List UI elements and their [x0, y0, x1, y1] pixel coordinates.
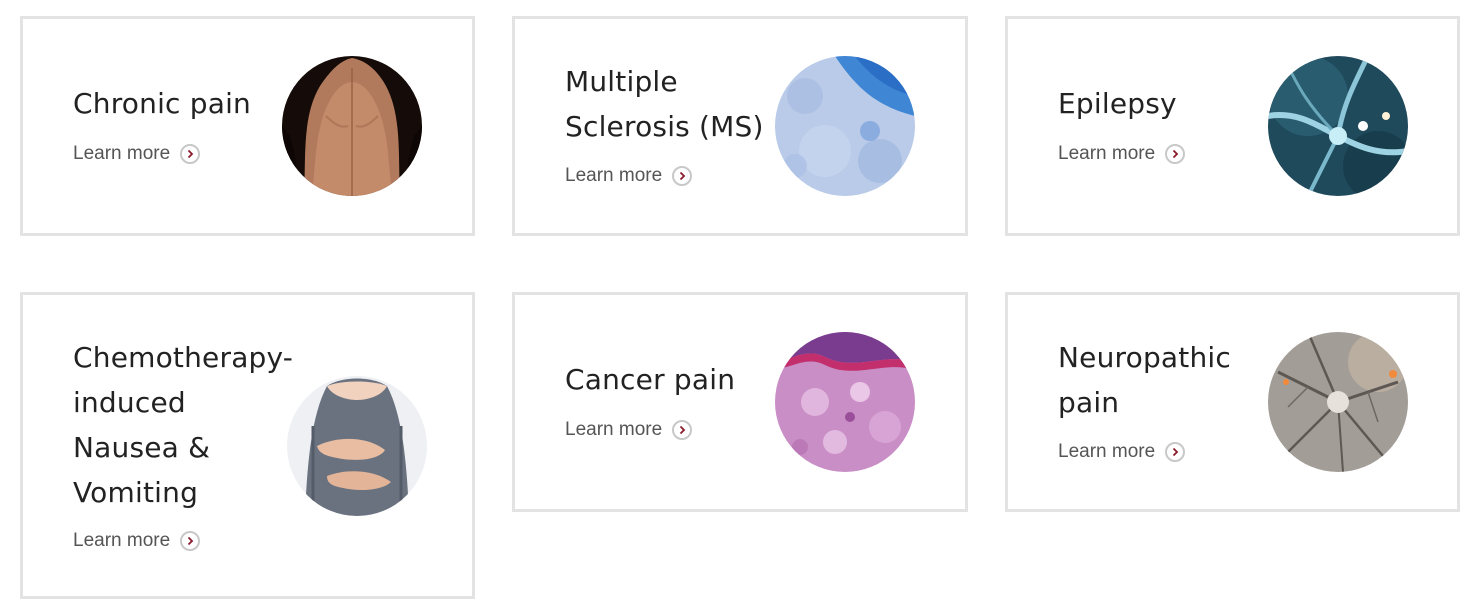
- learn-more-label: Learn more: [565, 419, 663, 440]
- card-title-line: Multiple: [565, 65, 678, 98]
- learn-more-link[interactable]: Learn more: [565, 165, 693, 187]
- condition-card-cancer-pain[interactable]: Cancer pain Learn more: [512, 292, 968, 512]
- card-title: Epilepsy: [1058, 81, 1177, 126]
- card-title: Chronic pain: [73, 81, 251, 126]
- pink-histology-micrograph: [775, 332, 915, 472]
- learn-more-link[interactable]: Learn more: [73, 143, 201, 165]
- chevron-right-icon: [1165, 144, 1186, 164]
- learn-more-link[interactable]: Learn more: [565, 419, 693, 441]
- card-title: Neuropathic pain: [1058, 335, 1231, 425]
- bare-back-photo: [282, 56, 422, 196]
- blue-tissue-micrograph: [775, 56, 915, 196]
- condition-card-epilepsy[interactable]: Epilepsy Learn more: [1005, 16, 1460, 236]
- learn-more-label: Learn more: [73, 530, 171, 551]
- chevron-right-icon: [672, 420, 693, 440]
- stomach-ache-photo: [287, 376, 427, 516]
- nerve-cell-render: [1268, 332, 1408, 472]
- condition-card-multiple-sclerosis[interactable]: Multiple Sclerosis (MS) Learn more: [512, 16, 968, 236]
- card-title-line: Chronic pain: [73, 87, 252, 120]
- card-title-line: Sclerosis (MS): [565, 110, 764, 143]
- learn-more-link[interactable]: Learn more: [73, 530, 201, 552]
- card-title-line: Neuropathic: [1058, 341, 1231, 374]
- learn-more-label: Learn more: [1058, 441, 1156, 462]
- learn-more-label: Learn more: [73, 143, 171, 164]
- learn-more-link[interactable]: Learn more: [1058, 441, 1186, 463]
- card-title-line: induced: [73, 386, 186, 419]
- card-title: Chemotherapy- induced Nausea & Vomiting: [73, 335, 293, 515]
- card-title-line: Epilepsy: [1058, 87, 1177, 120]
- chevron-right-icon: [180, 144, 201, 164]
- condition-card-chronic-pain[interactable]: Chronic pain Learn more: [20, 16, 475, 236]
- learn-more-link[interactable]: Learn more: [1058, 143, 1186, 165]
- card-title-line: pain: [1058, 386, 1120, 419]
- condition-card-neuropathic-pain[interactable]: Neuropathic pain Learn more: [1005, 292, 1460, 512]
- learn-more-label: Learn more: [565, 165, 663, 186]
- chevron-right-icon: [1165, 442, 1186, 462]
- card-title-line: Vomiting: [73, 476, 199, 509]
- chevron-right-icon: [180, 531, 201, 551]
- card-title: Multiple Sclerosis (MS): [565, 59, 764, 149]
- chevron-right-icon: [672, 166, 693, 186]
- condition-card-chemotherapy-nausea[interactable]: Chemotherapy- induced Nausea & Vomiting …: [20, 292, 475, 599]
- card-title-line: Nausea &: [73, 431, 211, 464]
- neuron-network-render: [1268, 56, 1408, 196]
- card-title-line: Cancer pain: [565, 363, 736, 396]
- card-title: Cancer pain: [565, 357, 735, 402]
- learn-more-label: Learn more: [1058, 143, 1156, 164]
- card-title-line: Chemotherapy-: [73, 341, 294, 374]
